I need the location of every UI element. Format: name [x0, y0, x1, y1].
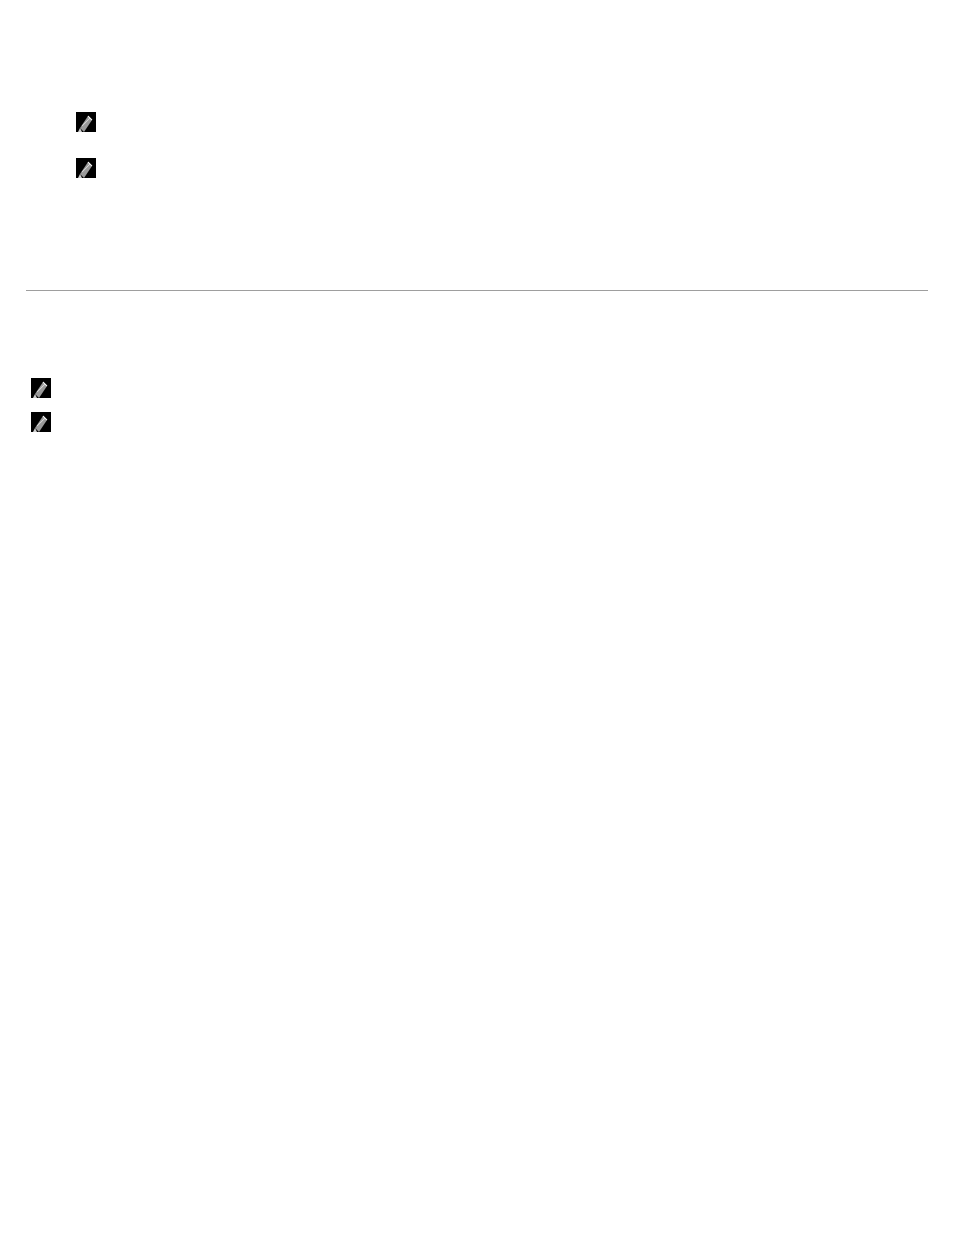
note-icon: [31, 378, 51, 398]
section-divider: [26, 290, 928, 291]
note-icon: [76, 158, 96, 178]
note-icon: [76, 112, 96, 132]
note-icon: [31, 412, 51, 432]
